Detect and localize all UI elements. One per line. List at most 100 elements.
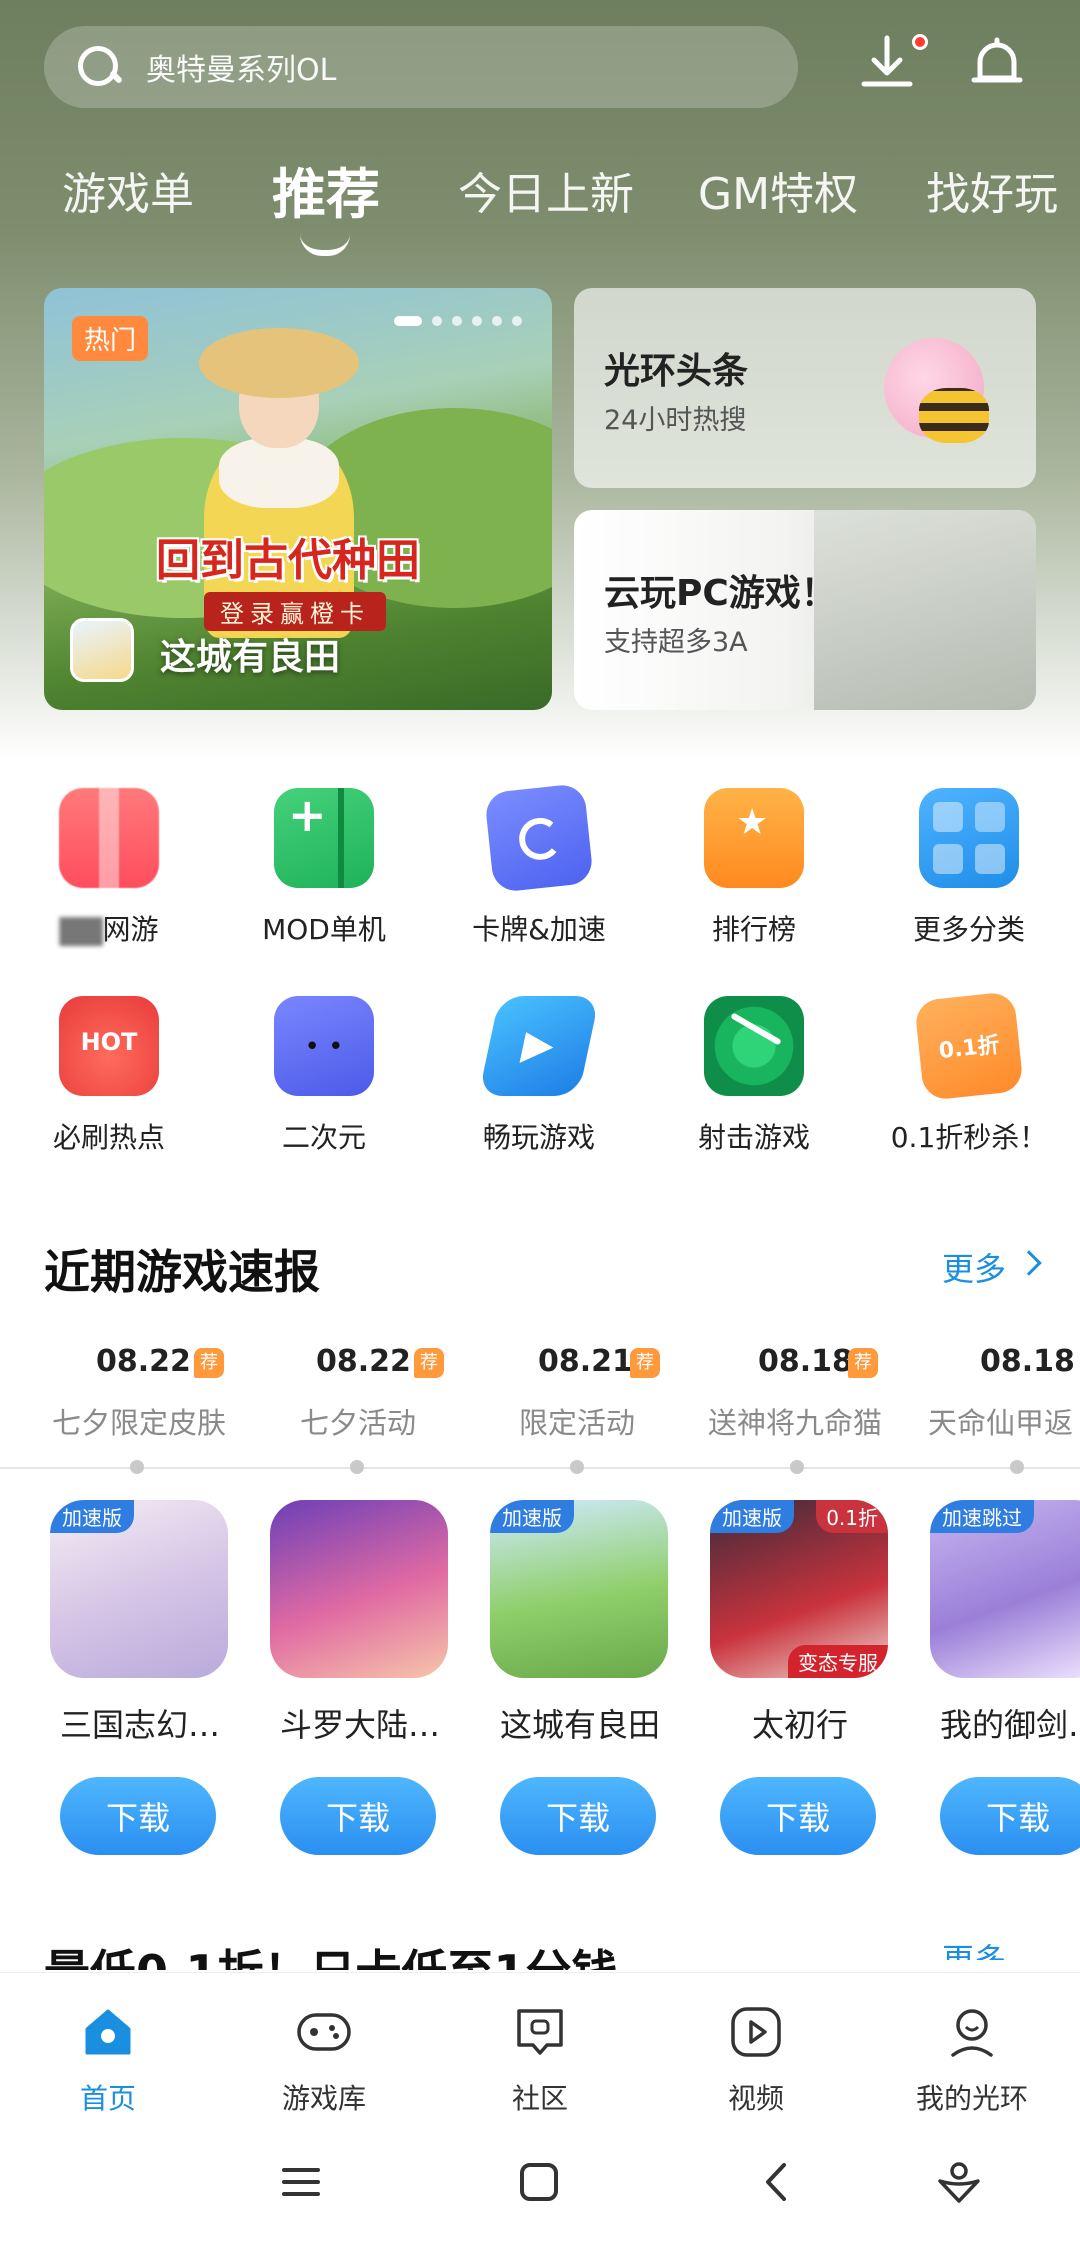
mod-icon	[274, 788, 374, 888]
speed-tag: 加速版	[490, 1500, 574, 1533]
category-free-play[interactable]: 畅玩游戏	[434, 996, 644, 1156]
carousel-dot	[492, 316, 502, 326]
menu-icon[interactable]	[276, 2157, 326, 2207]
category-label: 畅玩游戏	[482, 1121, 595, 1154]
nav-video[interactable]: 视频	[666, 2003, 846, 2117]
tab-gm-privilege[interactable]: GM特权	[698, 158, 858, 222]
side-banner-subtitle: 24小时热搜	[604, 405, 747, 436]
timeline-event[interactable]: 七夕活动	[300, 1400, 416, 1442]
side-banner-cloud-pc[interactable]: 云玩PC游戏！ 支持超多3A	[574, 510, 1036, 710]
gift-icon	[59, 788, 159, 888]
category-label: 排行榜	[711, 913, 796, 946]
timeline-dot	[1010, 1460, 1024, 1474]
carousel-dot	[512, 316, 522, 326]
carousel-dot	[472, 316, 482, 326]
game-icon	[270, 1500, 448, 1678]
side-banner-headlines[interactable]: 光环头条 24小时热搜	[574, 288, 1036, 488]
main-banner[interactable]: 热门 回到古代种田 登录赢橙卡 这城有良田	[44, 288, 552, 710]
game-card[interactable]: 加速版 0.1折 变态专服 太初行	[710, 1500, 890, 1746]
bottom-nav: 首页 游戏库 社区 视频 我的光环	[0, 1972, 1080, 2251]
bell-icon[interactable]	[962, 30, 1032, 100]
category-more[interactable]: 更多分类	[864, 788, 1074, 948]
category-label: ▇▇网游	[4, 908, 214, 948]
nav-label: 我的光环	[915, 2082, 1028, 2115]
category-flash-sale[interactable]: 0.1折秒杀！	[864, 991, 1074, 1156]
discount-badge: 0.1折	[816, 1500, 888, 1533]
nav-profile[interactable]: 我的光环	[882, 2003, 1062, 2117]
category-label-text: 网游	[102, 913, 159, 946]
more-link[interactable]: 更多	[942, 1244, 1006, 1290]
category-label: 卡牌&加速	[472, 913, 606, 946]
nav-label: 游戏库	[281, 2082, 366, 2115]
tab-game-list[interactable]: 游戏单	[62, 158, 194, 222]
game-icon: 加速版	[490, 1500, 668, 1678]
timeline-event[interactable]: 送神将九命猫	[708, 1400, 882, 1442]
gamepad-icon	[297, 2013, 351, 2051]
grid-icon	[919, 788, 1019, 888]
section-title: 近期游戏速报	[44, 1245, 320, 1299]
play-icon	[478, 996, 600, 1096]
timeline-dot	[570, 1460, 584, 1474]
banner-promo-subtitle: 登录赢橙卡	[204, 592, 386, 631]
home-icon	[85, 2009, 131, 2055]
speed-tag: 加速跳过	[930, 1500, 1034, 1533]
download-button[interactable]: 下载	[720, 1777, 876, 1855]
active-tab-indicator	[300, 234, 350, 256]
game-card[interactable]: 加速跳过 我的御剑…	[930, 1500, 1080, 1746]
hot-badge: 热门	[72, 316, 149, 361]
recommend-tag: 荐	[848, 1348, 878, 1378]
timeline-dot	[130, 1460, 144, 1474]
game-card[interactable]: 加速版 这城有良田	[490, 1500, 670, 1746]
category-hot[interactable]: 必刷热点	[4, 996, 214, 1156]
timeline-event[interactable]: 限定活动	[519, 1400, 635, 1442]
category-shooter[interactable]: 射击游戏	[649, 996, 859, 1156]
banner-game-name: 这城有良田	[160, 637, 341, 678]
chevron-right-icon[interactable]	[1016, 1250, 1042, 1276]
search-icon	[76, 44, 122, 90]
nav-label: 社区	[511, 2082, 568, 2115]
timeline-event[interactable]: 天命仙甲返	[928, 1400, 1073, 1442]
download-button[interactable]: 下载	[500, 1777, 656, 1855]
category-label: 必刷热点	[52, 1121, 165, 1154]
speed-tag: 加速版	[710, 1500, 794, 1533]
download-button[interactable]: 下载	[940, 1777, 1080, 1855]
target-icon	[704, 996, 804, 1096]
download-button[interactable]: 下载	[60, 1777, 216, 1855]
category-online-games[interactable]: ▇▇网游	[4, 788, 214, 948]
category-label: MOD单机	[262, 913, 386, 946]
home-square-icon[interactable]	[514, 2157, 564, 2207]
timeline-date: 08.22	[316, 1344, 411, 1379]
game-name: 斗罗大陆…	[279, 1706, 440, 1744]
download-button[interactable]: 下载	[280, 1777, 436, 1855]
community-icon	[517, 2009, 563, 2055]
category-label: 0.1折秒杀！	[890, 1121, 1048, 1154]
tab-find-fun[interactable]: 找好玩	[926, 158, 1058, 222]
side-banner-title: 云玩PC游戏！	[604, 573, 837, 614]
carousel-dot-active	[394, 316, 422, 326]
category-anime[interactable]: 二次元	[219, 996, 429, 1156]
more-link[interactable]: 更多	[942, 1940, 1006, 1960]
trophy-icon	[704, 788, 804, 888]
timeline-dot	[350, 1460, 364, 1474]
next-section-title: 最低0.1折！日卡低至1分钱	[44, 1940, 618, 1970]
game-card[interactable]: 斗罗大陆…	[270, 1500, 450, 1746]
tab-today-new[interactable]: 今日上新	[458, 158, 634, 222]
timeline-date: 08.21	[538, 1344, 633, 1379]
search-bar[interactable]: 奥特曼系列OL	[44, 26, 798, 108]
assistant-icon[interactable]	[934, 2157, 984, 2207]
blurred-text: ▇▇	[59, 913, 103, 946]
category-label: 更多分类	[912, 913, 1025, 946]
tab-recommend[interactable]: 推荐	[272, 150, 380, 229]
banner-character-hat	[199, 328, 359, 398]
game-card[interactable]: 加速版 三国志幻…	[50, 1500, 230, 1746]
nav-community[interactable]: 社区	[450, 2003, 630, 2117]
nav-game-library[interactable]: 游戏库	[234, 2003, 414, 2117]
category-ranking[interactable]: 排行榜	[649, 788, 859, 948]
nav-home[interactable]: 首页	[18, 2003, 198, 2117]
timeline-event[interactable]: 七夕限定皮肤	[52, 1400, 226, 1442]
category-mod[interactable]: MOD单机	[219, 788, 429, 948]
game-name: 三国志幻…	[59, 1706, 220, 1744]
back-icon[interactable]	[752, 2157, 802, 2207]
category-card-boost[interactable]: 卡牌&加速	[434, 783, 644, 948]
side-banner-subtitle: 支持超多3A	[604, 627, 748, 658]
